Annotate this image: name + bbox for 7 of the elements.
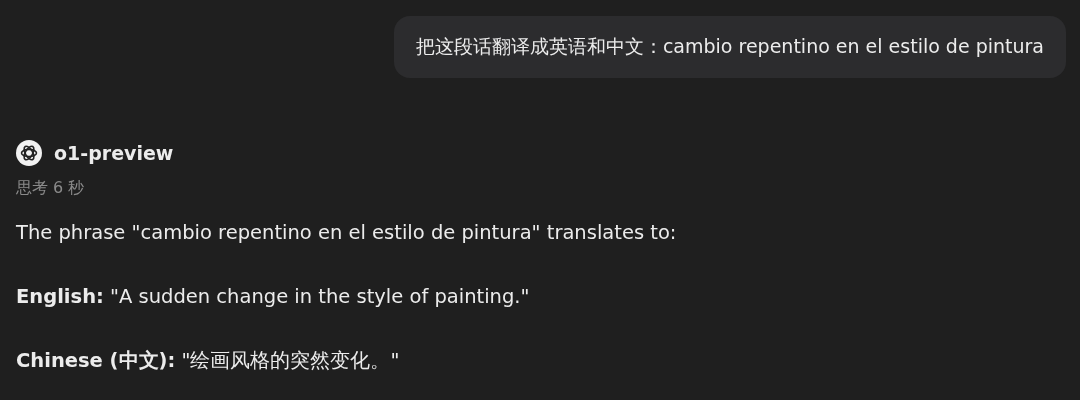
response-paragraph: The phrase "cambio repentino en el estilo de pintura" translates to: (16, 220, 678, 246)
response-paragraph: Chinese (中文): "绘画风格的突然变化。" (16, 348, 401, 374)
model-name: o1-preview (54, 142, 174, 164)
user-message: 把这段话翻译成英语和中文：cambio repentino en el estilo de pintura (393, 16, 1066, 78)
thinking-time: 思考 6 秒 (16, 178, 86, 199)
model-logo-icon (16, 140, 42, 166)
response-paragraph: English: "A sudden change in the style of painting." (16, 284, 531, 310)
